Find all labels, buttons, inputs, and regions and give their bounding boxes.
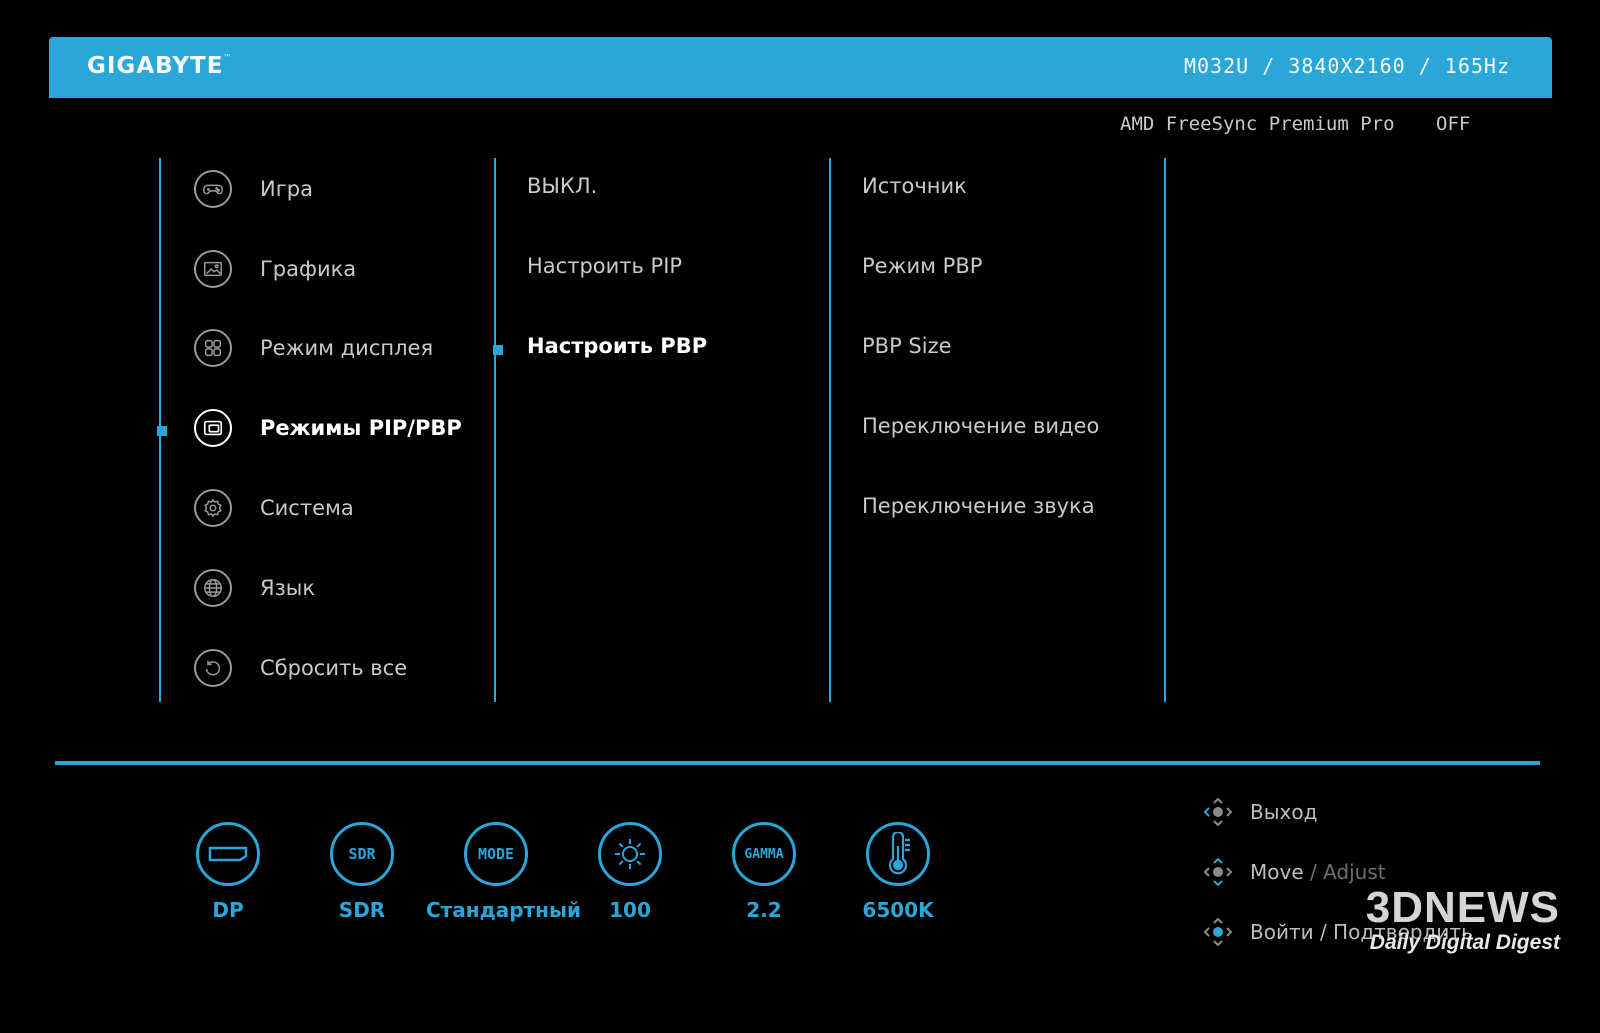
- hint-exit: Выход: [1200, 797, 1317, 827]
- model-info: M032U / 3840X2160 / 165Hz: [1183, 54, 1510, 78]
- menu-item-display-mode[interactable]: Режим дисплея: [194, 326, 433, 370]
- menu-item-label: Режимы PIP/PBP: [260, 416, 462, 440]
- column-divider-4: [1164, 158, 1166, 702]
- status-input: DP: [158, 822, 298, 922]
- hint-exit-label: Выход: [1250, 800, 1318, 824]
- status-sdr: SDR SDR: [292, 822, 432, 922]
- brightness-value: 100: [609, 898, 651, 922]
- gamma-icon: GAMMA: [732, 822, 796, 886]
- sub-selection-marker: [493, 345, 503, 355]
- freesync-status: AMD FreeSync Premium Pro OFF: [1120, 113, 1470, 135]
- status-color-temp: 6500K: [828, 822, 968, 922]
- status-gamma: GAMMA 2.2: [694, 822, 834, 922]
- column-divider-3: [829, 158, 831, 702]
- pip-icon: [194, 409, 232, 447]
- watermark-logo: 3DNEWS: [1365, 883, 1560, 932]
- option-pbp-mode[interactable]: Режим PBP: [862, 254, 982, 278]
- gear-icon: [194, 489, 232, 527]
- submenu-item-off[interactable]: ВЫКЛ.: [527, 174, 597, 198]
- menu-item-game[interactable]: Игра: [194, 167, 313, 211]
- option-video-switch[interactable]: Переключение видео: [862, 414, 1099, 438]
- submenu-item-setup-pbp[interactable]: Настроить PBP: [527, 334, 707, 358]
- sdr-icon: SDR: [330, 822, 394, 886]
- joystick-left-icon: [1203, 797, 1233, 827]
- hint-move-label: Move / Adjust: [1250, 860, 1386, 884]
- column-divider-2: [494, 158, 496, 702]
- menu-item-label: Система: [260, 496, 354, 520]
- globe-icon: [194, 569, 232, 607]
- reset-icon: [194, 649, 232, 687]
- mode-value: Стандартный: [426, 898, 582, 922]
- brightness-icon: [598, 822, 662, 886]
- status-brightness: 100: [560, 822, 700, 922]
- option-audio-switch[interactable]: Переключение звука: [862, 494, 1095, 518]
- displayport-icon: [196, 822, 260, 886]
- option-source[interactable]: Источник: [862, 174, 967, 198]
- thermometer-icon: [866, 822, 930, 886]
- submenu-item-setup-pip[interactable]: Настроить PIP: [527, 254, 682, 278]
- joystick-updown-icon: [1203, 857, 1233, 887]
- gamepad-icon: [194, 170, 232, 208]
- freesync-value: OFF: [1436, 113, 1471, 135]
- status-mode: MODE Стандартный: [426, 822, 582, 922]
- status-divider: [55, 761, 1540, 765]
- joystick-press-icon: [1203, 917, 1233, 947]
- menu-item-pip-pbp[interactable]: Режимы PIP/PBP: [194, 406, 462, 450]
- sdr-value: SDR: [338, 898, 386, 922]
- menu-item-label: Режим дисплея: [260, 336, 434, 360]
- menu-item-label: Язык: [260, 576, 316, 600]
- menu-item-graphics[interactable]: Графика: [194, 247, 356, 291]
- color-temp-value: 6500K: [862, 898, 934, 922]
- picture-icon: [194, 250, 232, 288]
- grid-icon: [194, 329, 232, 367]
- gamma-value: 2.2: [746, 898, 782, 922]
- osd-header: GIGABYTE™ M032U / 3840X2160 / 165Hz: [49, 37, 1552, 98]
- menu-item-system[interactable]: Система: [194, 486, 354, 530]
- menu-item-reset-all[interactable]: Сбросить все: [194, 646, 407, 690]
- hint-move-adjust: Move / Adjust: [1200, 857, 1386, 887]
- menu-item-language[interactable]: Язык: [194, 566, 315, 610]
- 3dnews-watermark: 3DNEWS Daily Digital Digest: [1310, 886, 1560, 956]
- watermark-tagline: Daily Digital Digest: [1369, 931, 1560, 954]
- option-pbp-size[interactable]: PBP Size: [862, 334, 952, 358]
- input-value: DP: [212, 898, 244, 922]
- menu-item-label: Игра: [260, 177, 313, 201]
- main-selection-marker: [157, 426, 167, 436]
- freesync-label: AMD FreeSync Premium Pro: [1120, 113, 1395, 135]
- menu-item-label: Сбросить все: [260, 656, 408, 680]
- gigabyte-logo: GIGABYTE™: [87, 53, 233, 79]
- menu-item-label: Графика: [260, 257, 357, 281]
- mode-icon: MODE: [464, 822, 528, 886]
